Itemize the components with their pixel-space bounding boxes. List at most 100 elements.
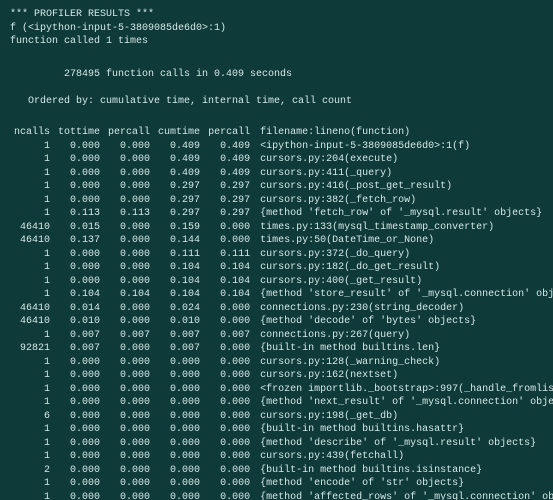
cell: 0.014 <box>54 302 104 316</box>
table-row: 10.0000.0000.0000.000{method 'next_resul… <box>10 396 553 410</box>
cell: 0.409 <box>154 167 204 181</box>
cell: 1 <box>10 437 54 451</box>
table-row: 10.0000.0000.1110.111cursors.py:372(_do_… <box>10 248 553 262</box>
cell: 0.000 <box>204 477 254 491</box>
table-row: 928210.0070.0000.0070.000{built-in metho… <box>10 342 553 356</box>
cell: 0.000 <box>204 221 254 235</box>
cell: 1 <box>10 194 54 208</box>
cell: 0.007 <box>54 329 104 343</box>
cell: 0.000 <box>104 383 154 397</box>
table-row: 10.0070.0070.0070.007connections.py:267(… <box>10 329 553 343</box>
table-row: 60.0000.0000.0000.000cursors.py:198(_get… <box>10 410 553 424</box>
cell: 6 <box>10 410 54 424</box>
cell: 0.000 <box>104 153 154 167</box>
cell: {built-in method builtins.len} <box>254 342 553 356</box>
cell: 0.000 <box>154 396 204 410</box>
cell: times.py:133(mysql_timestamp_converter) <box>254 221 553 235</box>
cell: 0.113 <box>104 207 154 221</box>
cell: 46410 <box>10 234 54 248</box>
cell: 0.000 <box>54 180 104 194</box>
table-row: 464100.0100.0000.0100.000{method 'decode… <box>10 315 553 329</box>
table-row: 10.0000.0000.0000.000{method 'describe' … <box>10 437 553 451</box>
cell: cursors.py:204(execute) <box>254 153 553 167</box>
cell: cursors.py:162(nextset) <box>254 369 553 383</box>
cell: 0.010 <box>154 315 204 329</box>
table-row: 464100.1370.0000.1440.000times.py:50(Dat… <box>10 234 553 248</box>
cell: 0.000 <box>104 194 154 208</box>
total-calls-line: 278495 function calls in 0.409 seconds <box>10 68 543 82</box>
cell: 0.000 <box>204 356 254 370</box>
cell: 0.000 <box>204 315 254 329</box>
table-row: 10.0000.0000.4090.409cursors.py:411(_que… <box>10 167 553 181</box>
cell: 0.000 <box>104 464 154 478</box>
cell: 0.000 <box>104 234 154 248</box>
cell: 0.000 <box>54 450 104 464</box>
cell: 0.000 <box>104 221 154 235</box>
cell: 0.000 <box>54 356 104 370</box>
cell: 0.000 <box>104 275 154 289</box>
cell: {method 'fetch_row' of '_mysql.result' o… <box>254 207 553 221</box>
cell: 0.144 <box>154 234 204 248</box>
cell: connections.py:230(string_decoder) <box>254 302 553 316</box>
cell: 0.104 <box>104 288 154 302</box>
cell: 0.000 <box>54 369 104 383</box>
cell: 1 <box>10 167 54 181</box>
cell: 0.000 <box>204 383 254 397</box>
cell: 0.000 <box>54 437 104 451</box>
cell: 0.000 <box>104 302 154 316</box>
cell: 0.113 <box>54 207 104 221</box>
cell: 0.000 <box>54 423 104 437</box>
cell: cursors.py:416(_post_get_result) <box>254 180 553 194</box>
cell: 0.007 <box>54 342 104 356</box>
cell: 0.409 <box>154 140 204 154</box>
cell: 1 <box>10 477 54 491</box>
cell: 0.000 <box>204 437 254 451</box>
cell: cursors.py:128(_warning_check) <box>254 356 553 370</box>
cell: 0.000 <box>104 410 154 424</box>
cell: 1 <box>10 356 54 370</box>
table-row: 464100.0150.0000.1590.000times.py:133(my… <box>10 221 553 235</box>
cell: {method 'affected_rows' of '_mysql.conne… <box>254 491 553 500</box>
cell: 0.137 <box>54 234 104 248</box>
cell: 46410 <box>10 315 54 329</box>
blank-1 <box>10 49 543 63</box>
cell: 1 <box>10 369 54 383</box>
table-row: 10.0000.0000.0000.000cursors.py:439(fetc… <box>10 450 553 464</box>
cell: 0.000 <box>104 140 154 154</box>
cell: 0.000 <box>54 194 104 208</box>
cell: {method 'store_result' of '_mysql.connec… <box>254 288 553 302</box>
table-row: 10.0000.0000.0000.000<frozen importlib._… <box>10 383 553 397</box>
cell: {built-in method builtins.isinstance} <box>254 464 553 478</box>
cell: 0.104 <box>154 288 204 302</box>
cell: 0.000 <box>54 248 104 262</box>
cell: {method 'encode' of 'str' objects} <box>254 477 553 491</box>
cell: 0.297 <box>204 180 254 194</box>
cell: 0.297 <box>204 194 254 208</box>
cell: 1 <box>10 248 54 262</box>
cell: 46410 <box>10 221 54 235</box>
cell: 0.104 <box>204 288 254 302</box>
cell: 0.000 <box>104 342 154 356</box>
cell: 0.000 <box>204 302 254 316</box>
cell: 0.000 <box>104 491 154 500</box>
cell: 0.000 <box>204 396 254 410</box>
table-row: 10.0000.0000.0000.000cursors.py:162(next… <box>10 369 553 383</box>
cell: 0.000 <box>154 356 204 370</box>
cell: 0.000 <box>154 410 204 424</box>
cell: 0.000 <box>104 477 154 491</box>
func-name-line: f (<ipython-input-5-3809085de6d0>:1) <box>10 22 543 36</box>
cell: 0.000 <box>54 383 104 397</box>
cell: 1 <box>10 261 54 275</box>
cell: connections.py:267(query) <box>254 329 553 343</box>
cell: 0.409 <box>204 153 254 167</box>
cell: 0.000 <box>104 423 154 437</box>
table-row: 10.0000.0000.0000.000cursors.py:128(_war… <box>10 356 553 370</box>
cell: {method 'decode' of 'bytes' objects} <box>254 315 553 329</box>
cell: times.py:50(DateTime_or_None) <box>254 234 553 248</box>
cell: 0.297 <box>154 207 204 221</box>
table-row: 10.0000.0000.4090.409<ipython-input-5-38… <box>10 140 553 154</box>
col-filename: filename:lineno(function) <box>254 126 553 140</box>
cell: 46410 <box>10 302 54 316</box>
col-ncalls: ncalls <box>10 126 54 140</box>
cell: 0.000 <box>204 410 254 424</box>
